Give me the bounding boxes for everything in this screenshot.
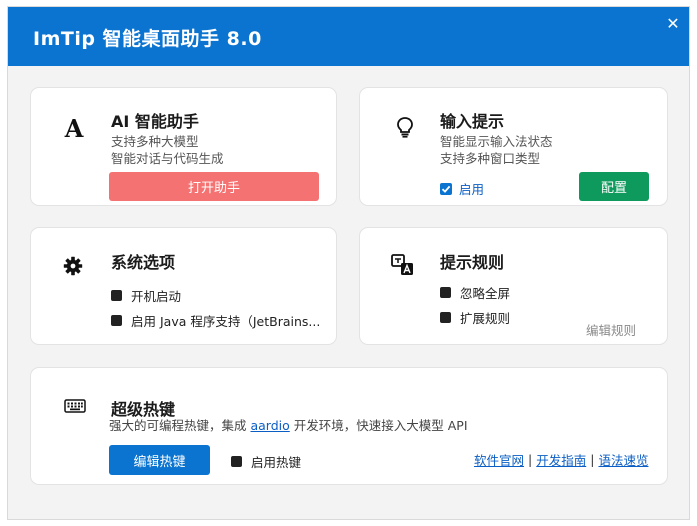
hotkey-desc-suffix: 开发环境，快速接入大模型 API [289,418,468,433]
input-card-desc-1: 智能显示输入法状态 [440,134,553,149]
enable-hotkey-checkbox[interactable]: 启用热键 [231,452,301,471]
edit-hotkey-button[interactable]: 编辑热键 [109,445,210,475]
window-title: ImTip 智能桌面助手 8.0 [33,28,262,50]
ignore-fullscreen-checkbox[interactable]: 忽略全屏 [440,283,510,302]
ignore-fullscreen-label: 忽略全屏 [460,286,511,301]
system-options-card: 系统选项 开机启动 启用 Java 程序支持（JetBrains... [30,227,337,345]
hotkey-card-desc: 强大的可编程热键，集成 aardio 开发环境，快速接入大模型 API [109,417,468,434]
java-support-label: 启用 Java 程序支持（JetBrains... [131,314,321,329]
input-card-title: 输入提示 [440,112,505,131]
extended-rules-checkbox[interactable]: 扩展规则 [440,308,510,327]
close-icon[interactable]: ✕ [663,14,683,34]
dev-guide-link[interactable]: 开发指南 [536,450,586,469]
system-card-title: 系统选项 [111,253,176,272]
super-hotkey-card: 超级热键 强大的可编程热键，集成 aardio 开发环境，快速接入大模型 API… [30,367,668,485]
edit-rules-link[interactable]: 编辑规则 [586,320,636,339]
rules-card-title: 提示规则 [440,253,505,272]
keyboard-icon [63,398,87,414]
input-enable-label: 启用 [459,182,485,197]
input-hint-card: 输入提示 智能显示输入法状态 支持多种窗口类型 启用 配置 [359,87,668,206]
input-card-desc-2: 支持多种窗口类型 [440,151,541,166]
app-window: ImTip 智能桌面助手 8.0 ✕ A AI 智能助手 支持多种大模型 智能对… [7,6,690,520]
hint-rules-card: 提示规则 忽略全屏 扩展规则 编辑规则 [359,227,668,345]
checkbox-square-icon [231,456,242,467]
checkbox-square-icon [440,312,451,323]
enable-hotkey-label: 启用热键 [251,455,302,470]
checkbox-square-icon [111,315,122,326]
font-a-icon: A [64,113,84,143]
lightbulb-icon [394,114,416,140]
title-bar[interactable]: ImTip 智能桌面助手 8.0 ✕ [8,7,689,66]
autostart-label: 开机启动 [131,289,182,304]
official-site-link[interactable]: 软件官网 [474,450,524,469]
link-separator: | [590,452,595,467]
syntax-overview-link[interactable]: 语法速览 [598,450,648,469]
link-separator: | [528,452,533,467]
aardio-link[interactable]: aardio [250,418,289,433]
checkbox-square-icon [440,287,451,298]
input-enable-checkbox[interactable]: 启用 [440,179,484,198]
ai-card-desc-1: 支持多种大模型 [111,134,199,149]
checkbox-square-icon [111,290,122,301]
ai-card-title: AI 智能助手 [111,112,199,131]
ai-assistant-card: A AI 智能助手 支持多种大模型 智能对话与代码生成 打开助手 [30,87,337,206]
open-assistant-button[interactable]: 打开助手 [109,172,319,201]
configure-button[interactable]: 配置 [579,172,649,201]
java-support-checkbox[interactable]: 启用 Java 程序支持（JetBrains... [111,311,320,330]
check-icon [440,182,452,195]
gear-icon [61,254,85,278]
hotkey-desc-prefix: 强大的可编程热键，集成 [109,418,251,433]
footer-links: 软件官网 | 开发指南 | 语法速览 [474,450,648,469]
ai-card-desc-2: 智能对话与代码生成 [111,151,224,166]
extended-rules-label: 扩展规则 [460,311,511,326]
autostart-checkbox[interactable]: 开机启动 [111,286,181,305]
translate-icon [390,252,416,278]
